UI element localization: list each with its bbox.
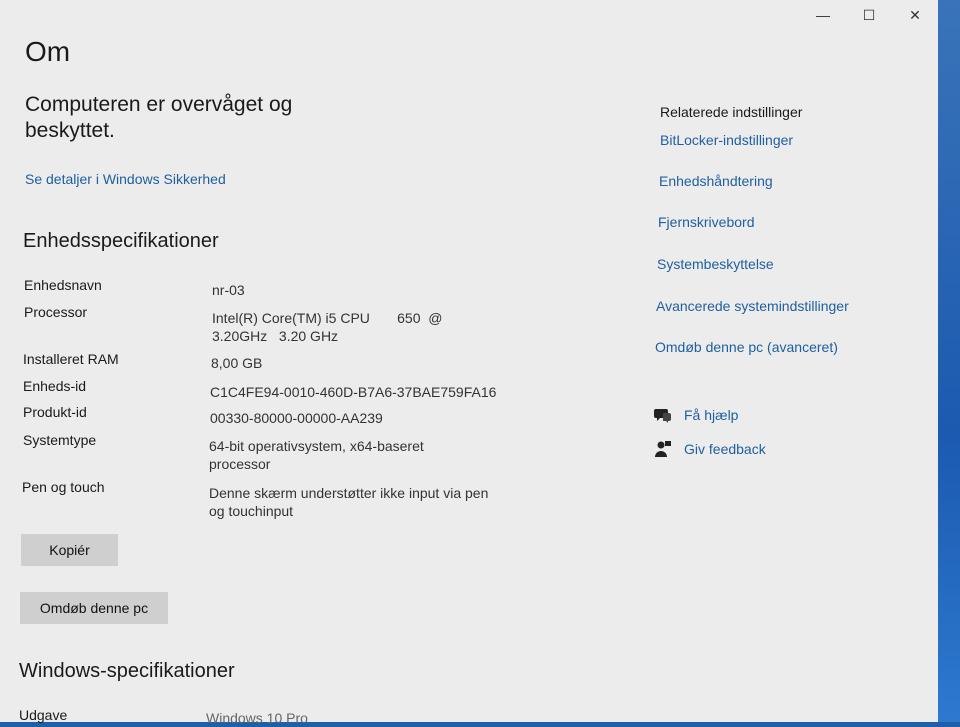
spec-label-system-type: Systemtype bbox=[23, 432, 97, 448]
spec-value-device-id: C1C4FE94-0010-460D-B7A6-37BAE759FA16 bbox=[210, 384, 497, 400]
windows-specs-heading: Windows-specifikationer bbox=[19, 660, 235, 682]
spec-value-system-type: 64-bit operativsystem, x64-baseret proce… bbox=[209, 438, 424, 472]
settings-window: — ☐ ✕ Om Computeren er overvåget og besk… bbox=[0, 0, 938, 726]
help-chat-icon bbox=[654, 406, 672, 424]
spec-label-product-id: Produkt-id bbox=[23, 404, 87, 420]
title-bar: — ☐ ✕ bbox=[800, 0, 938, 30]
rename-pc-button[interactable]: Omdøb denne pc bbox=[20, 592, 168, 624]
spec-label-device-id: Enheds-id bbox=[23, 378, 87, 394]
system-protection-link[interactable]: Systembeskyttelse bbox=[657, 256, 774, 272]
feedback-link[interactable]: Giv feedback bbox=[684, 441, 766, 457]
page-title: Om bbox=[25, 36, 71, 67]
maximize-button[interactable]: ☐ bbox=[846, 0, 892, 30]
spec-value-processor: Intel(R) Core(TM) i5 CPU 650 @ 3.20GHz 3… bbox=[212, 310, 447, 344]
device-specs-heading: Enhedsspecifikationer bbox=[23, 230, 219, 252]
spec-value-device-name: nr-03 bbox=[212, 282, 245, 298]
windows-security-link[interactable]: Se detaljer i Windows Sikkerhed bbox=[25, 171, 226, 187]
spec-label-edition: Udgave bbox=[19, 707, 68, 723]
bitlocker-settings-link[interactable]: BitLocker-indstillinger bbox=[660, 132, 793, 148]
minimize-button[interactable]: — bbox=[800, 0, 846, 30]
get-help-row[interactable]: Få hjælp bbox=[654, 406, 738, 424]
spec-value-edition: Windows 10 Pro bbox=[206, 710, 308, 726]
desktop-background bbox=[938, 0, 960, 722]
feedback-icon bbox=[654, 440, 672, 458]
rename-pc-advanced-link[interactable]: Omdøb denne pc (avanceret) bbox=[655, 339, 838, 355]
remote-desktop-link[interactable]: Fjernskrivebord bbox=[658, 214, 754, 230]
spec-label-processor: Processor bbox=[24, 304, 88, 320]
spec-value-pen-touch: Denne skærm understøtter ikke input via … bbox=[209, 485, 489, 519]
spec-label-pen-touch: Pen og touch bbox=[22, 479, 105, 495]
copy-button[interactable]: Kopiér bbox=[21, 534, 118, 566]
feedback-row[interactable]: Giv feedback bbox=[654, 440, 766, 458]
close-button[interactable]: ✕ bbox=[892, 0, 938, 30]
spec-value-product-id: 00330-80000-00000-AA239 bbox=[210, 410, 383, 426]
spec-value-ram: 8,00 GB bbox=[211, 355, 263, 371]
device-manager-link[interactable]: Enhedshåndtering bbox=[659, 173, 773, 189]
spec-label-device-name: Enhedsnavn bbox=[24, 277, 102, 293]
advanced-system-settings-link[interactable]: Avancerede systemindstillinger bbox=[656, 298, 849, 314]
get-help-link[interactable]: Få hjælp bbox=[684, 407, 738, 423]
security-status-heading: Computeren er overvåget og beskyttet. bbox=[25, 93, 293, 142]
spec-label-ram: Installeret RAM bbox=[23, 351, 119, 367]
related-settings-heading: Relaterede indstillinger bbox=[660, 104, 803, 120]
